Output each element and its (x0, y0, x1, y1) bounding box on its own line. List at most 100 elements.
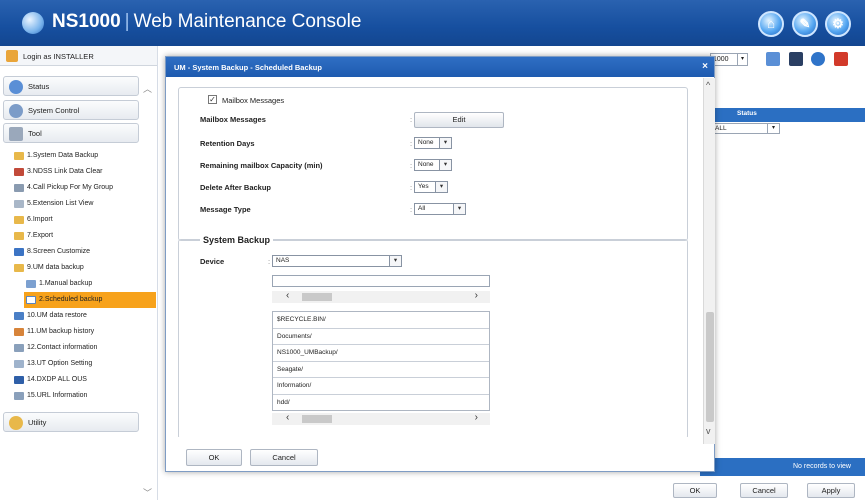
console-name: Web Maintenance Console (133, 11, 362, 32)
chevron-down-icon: ▾ (435, 182, 447, 192)
directory-item[interactable]: $RECYCLE.BIN/ (273, 312, 489, 329)
collapse-up-icon[interactable]: ︿ (143, 82, 152, 95)
scroll-down-icon[interactable]: v (706, 426, 711, 436)
colon-separator: : (410, 161, 413, 170)
menu-item-manual-backup[interactable]: 1.Manual backup (14, 276, 156, 292)
menu-item-ut-option-setting[interactable]: 13.UT Option Setting (14, 356, 156, 372)
menu-item-label: 1.System Data Backup (27, 152, 99, 159)
menu-item-label: 6.Import (27, 216, 53, 223)
edit-mailbox-button[interactable]: Edit (414, 112, 504, 128)
home-icon[interactable]: ⌂ (758, 11, 784, 37)
menu-item-contact-information[interactable]: 12.Contact information (14, 340, 156, 356)
page-ok-button[interactable]: OK (673, 483, 717, 498)
dialog-titlebar: UM - System Backup - Scheduled Backup × (166, 57, 714, 77)
wrench-icon[interactable]: ✎ (792, 11, 818, 37)
menu-item-import[interactable]: 6.Import (14, 212, 156, 228)
scroll-left-icon[interactable]: ‹ (286, 290, 289, 301)
path-horizontal-scrollbar[interactable]: ‹ › (272, 290, 490, 303)
category-status[interactable]: Status (3, 76, 139, 96)
status-filter-select[interactable]: ALL ▾ (712, 123, 780, 134)
menu-item-export[interactable]: 7.Export (14, 228, 156, 244)
menu-item-system-data-backup[interactable]: 1.System Data Backup (14, 148, 156, 164)
title-separator: | (124, 11, 130, 32)
status-icon (9, 80, 23, 94)
menu-item-label: 9.UM data backup (27, 264, 84, 271)
mailbox-messages-label: Mailbox Messages (200, 115, 266, 124)
status-filter-value: ALL (715, 125, 727, 132)
device-select[interactable]: NAS ▾ (272, 255, 402, 267)
chart-icon[interactable] (766, 52, 780, 66)
scroll-up-icon[interactable]: ^ (706, 80, 710, 90)
directory-item[interactable]: hdd/ (273, 395, 489, 412)
chevron-down-icon: ▾ (767, 124, 779, 133)
menu-item-label: 15.URL Information (27, 392, 88, 399)
menu-item-label: 11.UM backup history (27, 328, 95, 335)
bg-number-select[interactable]: 1000 ▾ (710, 53, 748, 66)
menu-item-screen-customize[interactable]: 8.Screen Customize (14, 244, 156, 260)
info-icon[interactable] (811, 52, 825, 66)
scroll-thumb[interactable] (706, 312, 714, 422)
menu-item-ndss-link-data-clear[interactable]: 3.NDSS Link Data Clear (14, 164, 156, 180)
menu-item-label: 1.Manual backup (39, 280, 93, 287)
list-horizontal-scrollbar[interactable]: ‹ › (272, 412, 490, 425)
directory-item[interactable]: Information/ (273, 378, 489, 395)
delete-after-value: Yes (418, 183, 429, 190)
menu-item-extension-list-view[interactable]: 5.Extension List View (14, 196, 156, 212)
category-utility[interactable]: Utility (3, 412, 139, 432)
scheduled-backup-dialog: UM - System Backup - Scheduled Backup × … (165, 56, 715, 472)
scroll-thumb[interactable] (302, 415, 332, 423)
dialog-cancel-button[interactable]: Cancel (250, 449, 318, 466)
remaining-capacity-select[interactable]: None ▾ (414, 159, 452, 171)
dialog-vertical-scrollbar[interactable]: ^ v (703, 78, 715, 444)
scroll-left-icon[interactable]: ‹ (286, 412, 289, 423)
menu-item-um-data-backup[interactable]: 9.UM data backup (14, 260, 156, 276)
scroll-right-icon[interactable]: › (475, 290, 478, 301)
scroll-right-icon[interactable]: › (475, 412, 478, 423)
contact-icon (14, 344, 24, 352)
category-system-control[interactable]: System Control (3, 100, 139, 120)
category-label: Utility (28, 418, 47, 427)
chevron-down-icon: ▾ (453, 204, 465, 214)
colon-separator: : (410, 183, 413, 192)
category-label: Tool (28, 129, 42, 138)
backup-path-input[interactable] (272, 275, 490, 287)
menu-item-url-information[interactable]: 15.URL Information (14, 388, 156, 404)
dialog-ok-button[interactable]: OK (186, 449, 242, 466)
menu-item-call-pickup[interactable]: 4.Call Pickup For My Group (14, 180, 156, 196)
save-icon[interactable] (789, 52, 803, 66)
directory-item[interactable]: Documents/ (273, 329, 489, 345)
message-type-select[interactable]: All ▾ (414, 203, 466, 215)
menu-item-label: 5.Extension List View (27, 200, 94, 207)
category-tool[interactable]: Tool (3, 123, 139, 143)
message-type-label: Message Type (200, 205, 251, 214)
menu-item-um-data-restore[interactable]: 10.UM data restore (14, 308, 156, 324)
menu-item-dxdp-all-ous[interactable]: 14.DXDP ALL OUS (14, 372, 156, 388)
mailbox-messages-checkbox[interactable]: ✓ (208, 95, 217, 104)
page-apply-button[interactable]: Apply (807, 483, 855, 498)
folder-icon (14, 216, 24, 224)
delete-after-label: Delete After Backup (200, 183, 271, 192)
logout-icon[interactable] (834, 52, 848, 66)
device-label: Device (200, 257, 225, 266)
delete-after-select[interactable]: Yes ▾ (414, 181, 448, 193)
user-icon (6, 50, 18, 62)
retention-days-select[interactable]: None ▾ (414, 137, 452, 149)
settings-icon[interactable]: ⚙ (825, 11, 851, 37)
bg-table-header (710, 108, 865, 122)
directory-item[interactable]: Seagate/ (273, 362, 489, 378)
close-icon[interactable]: × (702, 61, 708, 72)
page-cancel-button[interactable]: Cancel (740, 483, 788, 498)
menu-item-label: 2.Scheduled backup (39, 296, 103, 303)
url-icon (14, 392, 24, 400)
menu-item-label: 3.NDSS Link Data Clear (27, 168, 103, 175)
link-icon (14, 168, 24, 176)
no-records-label: No records to view (793, 463, 851, 470)
menu-item-scheduled-backup[interactable]: 2.Scheduled backup (24, 292, 156, 308)
scroll-thumb[interactable] (302, 293, 332, 301)
directory-item[interactable]: NS1000_UMBackup/ (273, 345, 489, 362)
system-control-icon (9, 104, 23, 118)
collapse-down-icon[interactable]: ﹀ (143, 486, 152, 499)
menu-item-label: 10.UM data restore (27, 312, 87, 319)
menu-item-um-backup-history[interactable]: 11.UM backup history (14, 324, 156, 340)
message-type-value: All (418, 205, 426, 212)
